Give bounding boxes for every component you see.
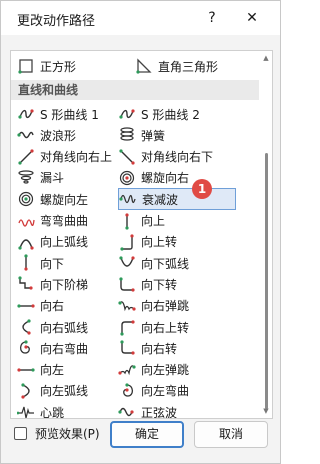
path-item-s-curve[interactable]: S 形曲线 2 bbox=[118, 103, 236, 125]
scroll-thumb[interactable] bbox=[265, 153, 268, 409]
spiral-left-icon bbox=[18, 192, 34, 207]
item-label: 向下转 bbox=[141, 277, 178, 292]
item-label: 漏斗 bbox=[40, 171, 65, 186]
path-item-spiral-right[interactable]: 螺旋向右 bbox=[118, 167, 236, 189]
arc-down-icon bbox=[119, 256, 135, 267]
item-label: 正方形 bbox=[40, 59, 77, 74]
section-header-lines-curves: 直线和曲线 bbox=[11, 80, 259, 100]
item-label: 直角三角形 bbox=[158, 59, 219, 74]
path-item-right-triangle[interactable]: 直角三角形 bbox=[135, 55, 253, 77]
path-item-spring[interactable]: 弹簧 bbox=[118, 124, 236, 146]
turn-right-icon bbox=[120, 340, 135, 355]
path-item-turn-up[interactable]: 向上转 bbox=[118, 231, 236, 253]
scroll-up-icon[interactable]: ▲ bbox=[262, 54, 270, 62]
path-item-up[interactable]: 向上 bbox=[118, 210, 236, 232]
turn-up-icon bbox=[120, 234, 134, 251]
item-label: 螺旋向左 bbox=[40, 192, 89, 207]
motion-path-list[interactable]: 正方形 直角三角形 直线和曲线 S 形曲线 1 S 形曲线 2 波浪形 弹簧对角线向右… bbox=[10, 50, 273, 419]
ok-button[interactable]: 确定 bbox=[110, 421, 184, 448]
item-label: 正弦波 bbox=[141, 405, 178, 419]
item-label: 向左弹跳 bbox=[141, 363, 190, 378]
item-label: 对角线向右下 bbox=[141, 150, 214, 165]
checkbox-box[interactable] bbox=[14, 427, 27, 440]
item-label: 螺旋向右 bbox=[141, 171, 190, 186]
bounce-right-icon bbox=[118, 300, 136, 311]
step-down-icon bbox=[18, 276, 33, 290]
arc-right-icon bbox=[22, 319, 31, 335]
right-triangle-icon bbox=[136, 58, 152, 74]
path-item-turn-down[interactable]: 向下转 bbox=[118, 273, 236, 295]
close-button[interactable]: ✕ bbox=[241, 7, 263, 29]
change-motion-path-dialog: 更改动作路径 ? ✕ 正方形 直角三角形 直线和曲线 S 形曲线 1 S 形曲线 … bbox=[0, 0, 281, 464]
path-item-square[interactable]: 正方形 bbox=[17, 55, 135, 77]
decaying-wave-icon bbox=[119, 195, 136, 204]
item-label: S 形曲线 2 bbox=[141, 107, 200, 122]
item-label: 弹簧 bbox=[141, 128, 166, 143]
curvy-left-icon bbox=[123, 383, 134, 397]
heartbeat-icon bbox=[17, 406, 34, 418]
path-item-sine-wave[interactable]: 正弦波 bbox=[118, 401, 236, 419]
dialog-title: 更改动作路径 bbox=[17, 14, 96, 29]
item-label: S 形曲线 1 bbox=[40, 107, 99, 122]
item-label: 向右弯曲 bbox=[40, 341, 89, 356]
zigzag-icon bbox=[18, 218, 35, 227]
path-item-turn-up-right[interactable]: 向右上转 bbox=[118, 316, 236, 338]
square-icon bbox=[18, 59, 33, 74]
path-item-diagonal-down-right[interactable]: 对角线向右下 bbox=[118, 146, 236, 168]
item-label: 向左弯曲 bbox=[141, 384, 190, 399]
preview-checkbox[interactable]: 预览效果(P) bbox=[14, 425, 100, 442]
item-label: 向上 bbox=[141, 214, 166, 228]
item-label: 向左 bbox=[40, 363, 65, 378]
path-item-curvy-left[interactable]: 向左弯曲 bbox=[118, 380, 236, 402]
item-label: 向左弧线 bbox=[40, 384, 89, 399]
list-scrollbar[interactable]: ▲ ▼ bbox=[260, 51, 272, 418]
item-label: 对角线向右上 bbox=[40, 150, 113, 165]
bounce-left-icon bbox=[118, 364, 136, 375]
scroll-down-icon[interactable]: ▼ bbox=[262, 407, 270, 415]
item-label: 弯弯曲曲 bbox=[40, 214, 89, 228]
cancel-button[interactable]: 取消 bbox=[194, 421, 268, 448]
diagonal-down-right-icon bbox=[119, 148, 135, 165]
item-label: 向上弧线 bbox=[40, 235, 89, 250]
arc-left-icon bbox=[21, 383, 30, 399]
arc-up-icon bbox=[18, 239, 34, 250]
wave-icon bbox=[17, 132, 34, 139]
curvy-right-icon bbox=[19, 340, 30, 354]
turn-up-right-icon bbox=[120, 320, 135, 336]
s-curve-icon bbox=[119, 109, 135, 119]
down-icon bbox=[24, 254, 28, 271]
s-curve-icon bbox=[18, 109, 34, 119]
title-bar: 更改动作路径 ? ✕ bbox=[1, 1, 280, 35]
item-label: 衰减波 bbox=[142, 192, 179, 207]
diagonal-up-right-icon bbox=[18, 148, 34, 165]
turn-down-icon bbox=[119, 277, 135, 292]
path-item-turn-right[interactable]: 向右转 bbox=[118, 337, 236, 359]
item-label: 向右弹跳 bbox=[141, 299, 190, 314]
item-label: 向右转 bbox=[141, 341, 178, 356]
path-item-bounce-left[interactable]: 向左弹跳 bbox=[118, 359, 236, 381]
path-item-bounce-right[interactable]: 向右弹跳 bbox=[118, 295, 236, 317]
item-label: 向上转 bbox=[141, 235, 178, 250]
preview-label: 预览效果(P) bbox=[35, 427, 100, 441]
funnel-icon bbox=[18, 170, 34, 184]
step-badge-1: 1 bbox=[192, 179, 212, 199]
item-label: 向下弧线 bbox=[141, 256, 190, 271]
left-icon bbox=[17, 367, 35, 372]
path-item-arc-down[interactable]: 向下弧线 bbox=[118, 252, 236, 274]
right-icon bbox=[17, 304, 35, 308]
item-label: 向右 bbox=[40, 299, 65, 314]
item-label: 向下 bbox=[40, 256, 65, 271]
help-button[interactable]: ? bbox=[201, 7, 223, 29]
spring-icon bbox=[120, 127, 134, 141]
path-item-decaying-wave[interactable]: 衰减波 bbox=[118, 188, 236, 211]
spiral-right-icon bbox=[119, 170, 135, 185]
item-label: 向右弧线 bbox=[40, 320, 89, 335]
item-label: 向下阶梯 bbox=[40, 277, 89, 292]
item-label: 心跳 bbox=[40, 405, 65, 419]
item-label: 向右上转 bbox=[141, 320, 190, 335]
up-icon bbox=[125, 212, 129, 230]
item-label: 波浪形 bbox=[40, 128, 77, 143]
sine-wave-icon bbox=[118, 408, 134, 417]
